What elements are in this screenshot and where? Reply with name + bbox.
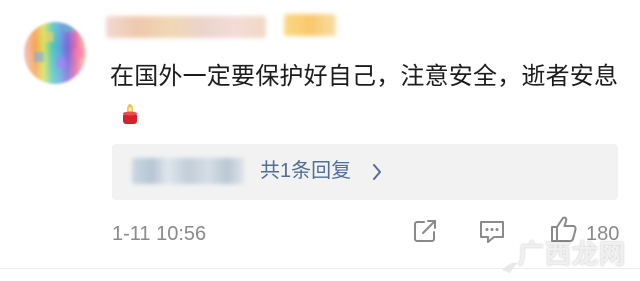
comment-body: 在国外一定要保护好自己，注意安全，逝者安息 [110, 58, 630, 137]
reply-count-link[interactable]: 共1条回复 [260, 158, 351, 184]
user-avatar[interactable] [24, 22, 86, 84]
comment-timestamp: 1-11 10:56 [112, 223, 207, 245]
reply-summary-box[interactable]: 共1条回复 [112, 144, 618, 200]
chevron-right-icon [372, 164, 382, 185]
username-blurred[interactable] [106, 16, 266, 38]
reply-avatars-blurred [132, 158, 244, 184]
candle-icon [118, 100, 142, 137]
comment-text: 在国外一定要保护好自己，注意安全，逝者安息 [110, 63, 619, 90]
watermark-text: 广西龙网 [518, 239, 627, 269]
user-badge-blurred [284, 14, 336, 36]
share-icon[interactable] [412, 218, 438, 249]
